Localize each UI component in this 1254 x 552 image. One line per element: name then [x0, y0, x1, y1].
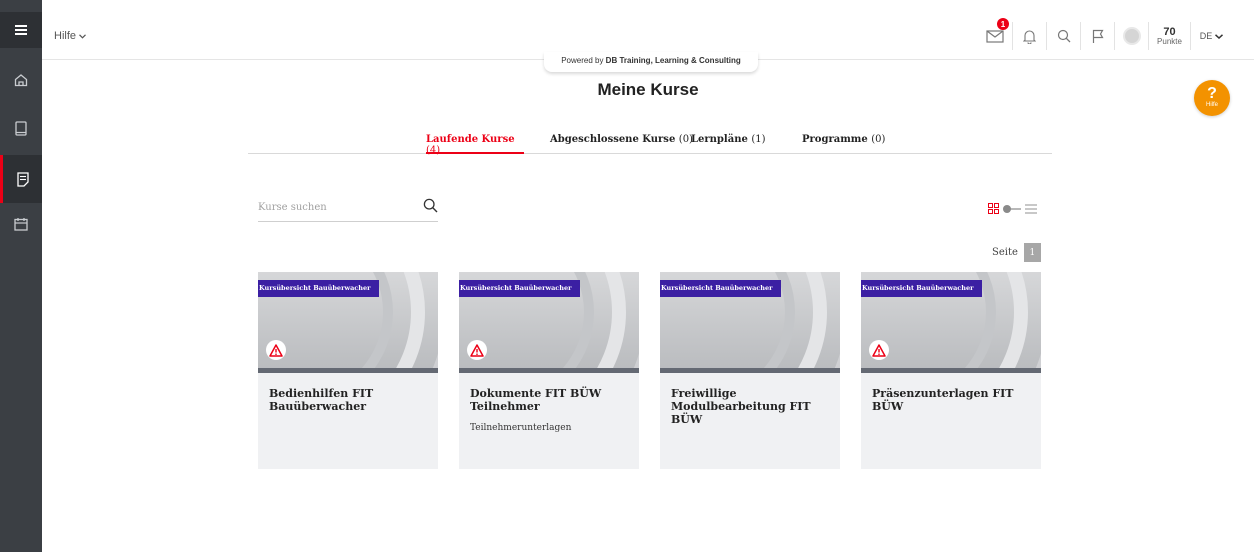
course-subtitle: [258, 413, 438, 423]
warning-badge: [869, 340, 889, 360]
tab-completed-courses[interactable]: Abgeschlossene Kurse (0): [550, 134, 693, 154]
language-select[interactable]: DE: [1190, 22, 1232, 50]
language: DE: [1192, 31, 1232, 41]
search-button[interactable]: [1046, 22, 1080, 50]
search-icon: [1057, 29, 1070, 43]
help-float-label: Hilfe: [1205, 102, 1218, 108]
points: 70 Punkte: [1150, 25, 1190, 46]
course-card[interactable]: Kursübersicht Bauüberwacher Präsenzunter…: [861, 272, 1041, 469]
tab-label: Abgeschlossene Kurse: [550, 134, 676, 145]
topbar-actions: 1 70 Punkte DE: [978, 18, 1232, 50]
help-menu[interactable]: Hilfe: [54, 30, 86, 42]
topbar: Hilfe 1 70 Punkte DE: [42, 0, 1254, 60]
page-title-wrap: Meine Kurse: [0, 80, 1254, 100]
course-thumbnail: Kursübersicht Bauüberwacher: [459, 272, 639, 373]
course-category-ribbon: Kursübersicht Bauüberwacher: [258, 280, 379, 297]
course-category-ribbon: Kursübersicht Bauüberwacher: [660, 280, 781, 297]
course-card[interactable]: Kursübersicht Bauüberwacher Dokumente FI…: [459, 272, 639, 469]
course-search: [258, 196, 438, 222]
points-label: Punkte: [1157, 36, 1182, 46]
course-thumbnail: Kursübersicht Bauüberwacher: [861, 272, 1041, 373]
sidebar-item-calendar[interactable]: [0, 200, 42, 248]
help-menu-label: Hilfe: [54, 30, 77, 42]
search-icon: [423, 198, 438, 213]
warning-icon: [269, 343, 283, 357]
warning-icon: [470, 343, 484, 357]
points-value: 70: [1163, 25, 1176, 38]
course-category-ribbon: Kursübersicht Bauüberwacher: [861, 280, 982, 297]
tab-label: Laufende Kurse: [426, 134, 515, 145]
course-title: Dokumente FIT BÜW Teilnehmer: [470, 387, 602, 413]
warning-badge: [266, 340, 286, 360]
search-input[interactable]: [258, 196, 408, 218]
help-float-button[interactable]: ? Hilfe: [1194, 80, 1230, 116]
course-thumbnail: Kursübersicht Bauüberwacher: [660, 272, 840, 373]
mail-icon: [986, 29, 1004, 43]
bookmarks-button[interactable]: [1080, 22, 1114, 50]
tab-count: (0): [871, 134, 886, 145]
avatar: [1122, 27, 1141, 45]
points-display[interactable]: 70 Punkte: [1148, 22, 1190, 50]
course-thumbnail: Kursübersicht Bauüberwacher: [258, 272, 438, 373]
view-toggle[interactable]: [988, 203, 1037, 214]
notifications-button[interactable]: [1012, 22, 1046, 50]
profile-button[interactable]: [1114, 22, 1148, 50]
chevron-down-icon: [79, 33, 86, 39]
flag-icon: [1092, 29, 1104, 43]
menu-button[interactable]: [0, 12, 42, 48]
courses-icon: [16, 171, 29, 187]
powered-by-tab: Powered by DB Training, Learning & Consu…: [544, 52, 758, 72]
chevron-down-icon: [1215, 33, 1224, 39]
tab-programs[interactable]: Programme (0): [802, 134, 885, 154]
tab-label: Lernpläne: [691, 134, 748, 145]
course-category-ribbon: Kursübersicht Bauüberwacher: [459, 280, 580, 297]
page-button[interactable]: 1: [1023, 243, 1041, 262]
powered-by-brand: DB Training, Learning & Consulting: [605, 56, 741, 65]
course-subtitle: Teilnehmerunterlagen: [470, 423, 572, 433]
grid-view-icon[interactable]: [988, 203, 999, 214]
messages-badge: 1: [997, 18, 1009, 30]
course-tabs: Laufende Kurse (4) Abgeschlossene Kurse …: [248, 134, 1052, 156]
tablet-icon: [15, 120, 27, 136]
course-title: Freiwillige Modulbearbeitung FIT BÜW: [671, 387, 811, 426]
pagination-label: Seite: [992, 247, 1018, 258]
course-card[interactable]: Kursübersicht Bauüberwacher Freiwillige …: [660, 272, 840, 469]
warning-icon: [872, 343, 886, 357]
course-subtitle: [861, 413, 1041, 423]
sidebar-item-my-courses[interactable]: [0, 155, 42, 203]
tab-count: (4): [426, 145, 441, 156]
tab-running-courses[interactable]: Laufende Kurse (4): [426, 134, 524, 156]
sidebar-item-catalog[interactable]: [0, 104, 42, 152]
powered-by-prefix: Powered by: [561, 56, 606, 65]
language-value: DE: [1199, 31, 1213, 41]
search-submit[interactable]: [423, 198, 438, 218]
warning-badge: [467, 340, 487, 360]
course-title: Bedienhilfen FIT Bauüberwacher: [269, 387, 374, 413]
messages-button[interactable]: 1: [978, 18, 1012, 50]
course-card[interactable]: Kursübersicht Bauüberwacher Bedienhilfen…: [258, 272, 438, 469]
calendar-icon: [14, 218, 28, 231]
bell-icon: [1023, 29, 1036, 44]
tab-count: (1): [751, 134, 766, 145]
help-question-icon: ?: [1207, 85, 1217, 102]
course-subtitle: [660, 426, 840, 436]
tab-learning-plans[interactable]: Lernpläne (1): [691, 134, 766, 154]
menu-icon: [15, 25, 27, 35]
pagination: Seite 1: [992, 243, 1041, 262]
toggle-switch-icon[interactable]: [1002, 204, 1022, 214]
list-view-icon[interactable]: [1025, 203, 1037, 214]
page-title: Meine Kurse: [597, 80, 699, 99]
tab-label: Programme: [802, 134, 868, 145]
course-title: Präsenzunterlagen FIT BÜW: [872, 387, 1014, 413]
